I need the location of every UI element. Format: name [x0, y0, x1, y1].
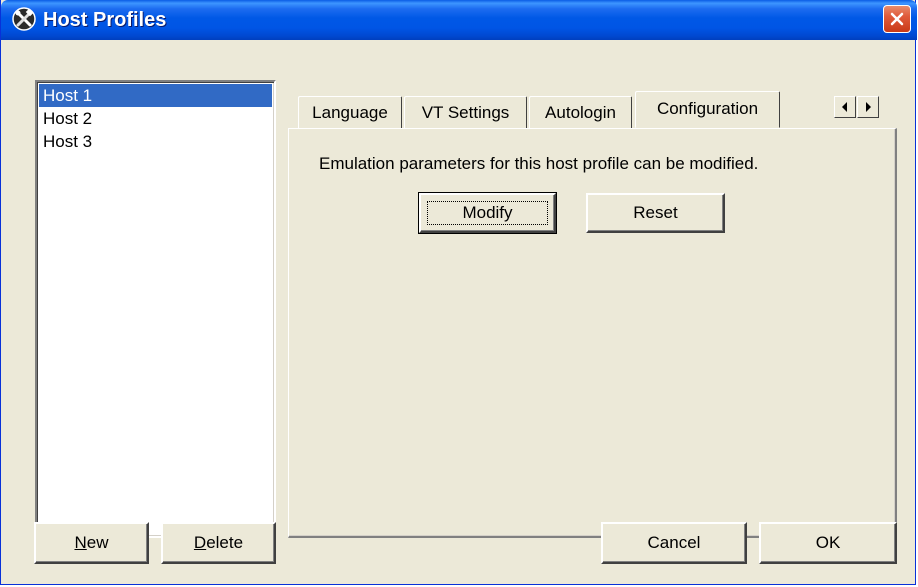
host-list[interactable]: Host 1 Host 2 Host 3 — [35, 80, 276, 538]
tab-language[interactable]: Language — [298, 96, 402, 129]
tab-autologin[interactable]: Autologin — [529, 96, 632, 129]
list-item[interactable]: Host 2 — [39, 107, 272, 130]
new-mnemonic: N — [74, 533, 87, 552]
configuration-description: Emulation parameters for this host profi… — [319, 154, 759, 173]
delete-button-label: elete — [206, 533, 244, 552]
list-item[interactable]: Host 1 — [39, 84, 272, 107]
tab-scroll-right-button[interactable] — [857, 96, 879, 118]
reset-button[interactable]: Reset — [586, 193, 725, 233]
new-button[interactable]: New — [34, 522, 149, 564]
list-item[interactable]: Host 3 — [39, 130, 272, 153]
reset-button-label: Reset — [633, 203, 678, 222]
modify-button[interactable]: Modify — [418, 192, 557, 234]
arrow-left-icon — [842, 102, 847, 112]
delete-mnemonic: D — [193, 533, 207, 552]
title-bar[interactable]: Host Profiles — [1, 0, 917, 40]
close-icon — [890, 12, 904, 26]
window-title: Host Profiles — [43, 9, 167, 31]
modify-button-label: Modify — [462, 203, 513, 222]
arrow-right-icon — [866, 102, 871, 112]
host-profiles-dialog: Host Profiles Host 1 Host 2 Host 3 Langu… — [0, 0, 917, 585]
tab-scroll-left-button[interactable] — [834, 96, 856, 118]
tab-panel-configuration — [288, 128, 897, 538]
new-button-label: ew — [86, 533, 109, 552]
ok-button[interactable]: OK — [759, 522, 897, 564]
cancel-button[interactable]: Cancel — [601, 522, 747, 564]
tab-configuration[interactable]: Configuration — [635, 91, 780, 128]
close-button[interactable] — [883, 5, 911, 33]
tools-icon — [11, 6, 37, 32]
delete-button[interactable]: Delete — [161, 522, 276, 564]
ok-button-label: OK — [815, 533, 841, 552]
cancel-button-label: Cancel — [647, 533, 701, 552]
tab-vt-settings[interactable]: VT Settings — [404, 96, 527, 129]
